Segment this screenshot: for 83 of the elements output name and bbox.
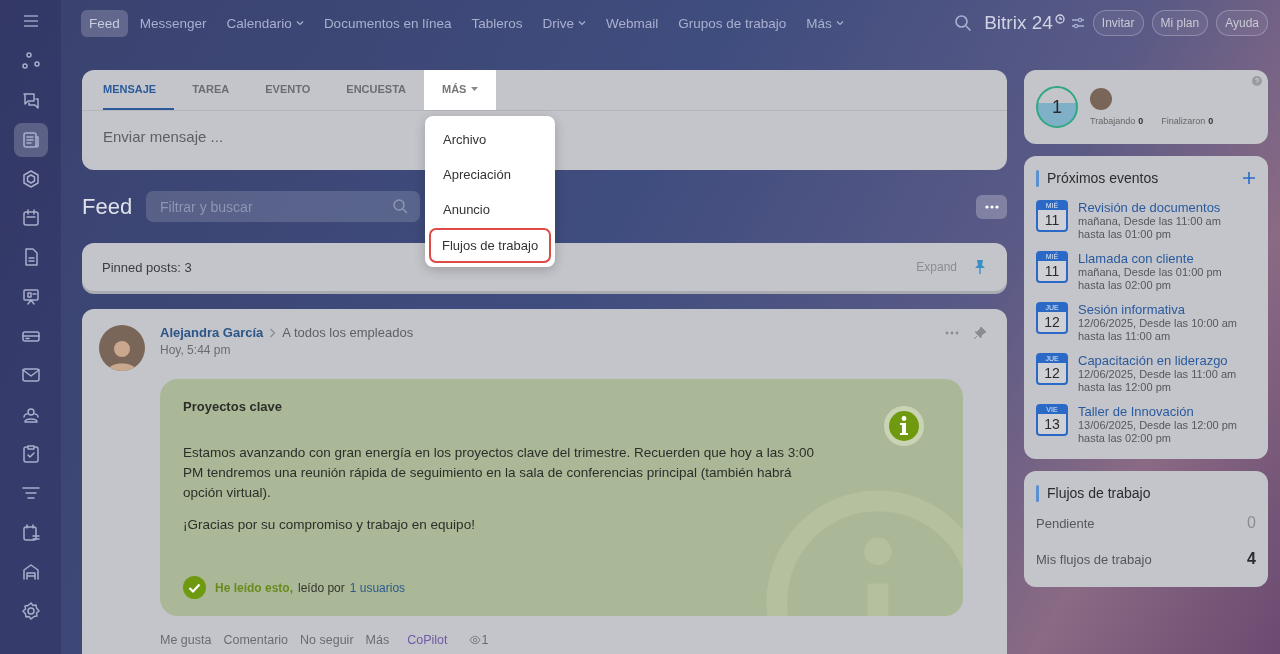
header-button[interactable]: Invitar (1092, 10, 1144, 36)
worktime-stat: Finalizaron 0 (1161, 116, 1214, 126)
header-button[interactable]: Ayuda (1216, 10, 1268, 36)
nav-tab[interactable]: Calendario (218, 9, 312, 37)
worktime-stat: Trabajando 0 (1090, 116, 1144, 126)
event-time: 12/06/2025, Desde las 10:00 am (1078, 317, 1237, 330)
post-time: Hoy, 5:44 pm (160, 343, 232, 357)
post-text: ¡Gracias por su compromiso y trabajo en equipo! (183, 516, 476, 534)
add-icon[interactable] (1242, 171, 1256, 185)
check-icon[interactable] (183, 576, 206, 599)
search-icon[interactable] (954, 14, 973, 32)
recipient: A todos los empleados (282, 325, 414, 340)
author-link[interactable]: Alejandra García (160, 325, 264, 340)
pin-icon[interactable] (973, 325, 987, 340)
nav-tab[interactable]: Grupos de trabajo (670, 9, 795, 37)
event-title[interactable]: Capacitación en liderazgo (1078, 353, 1237, 368)
more-button[interactable] (976, 194, 1007, 219)
view-count: 1 (481, 633, 489, 647)
widget-title: Flujos de trabajo (1047, 485, 1151, 501)
event-time: hasta las 01:00 pm (1078, 228, 1172, 241)
event-time: mañana, Desde las 11:00 am (1078, 215, 1221, 228)
newspaper-icon[interactable] (13, 122, 48, 157)
menu-icon[interactable] (21, 12, 40, 30)
menu-item[interactable]: Apreciación (428, 157, 526, 192)
workflow-label[interactable]: Mis flujos de trabajo (1036, 551, 1152, 567)
eye-icon (469, 635, 482, 645)
avatar (1090, 88, 1112, 110)
menu-item[interactable]: Anuncio (428, 192, 505, 227)
event-time: hasta las 12:00 pm (1078, 381, 1172, 394)
composer-tab[interactable]: ENCUESTA (328, 70, 424, 110)
event-time: hasta las 02:00 pm (1078, 279, 1172, 292)
chevron-icon (269, 327, 277, 338)
nav-tab[interactable]: Feed (81, 9, 128, 37)
brand-logo[interactable]: Bitrix 24 (984, 12, 1053, 34)
nav-tab[interactable]: Documentos en línea (315, 9, 460, 37)
feed-title: Feed (82, 193, 134, 220)
info-icon (883, 405, 925, 447)
pinned-count: Pinned posts: 3 (102, 259, 192, 275)
event-time: hasta las 02:00 pm (1078, 432, 1172, 445)
nav-tab[interactable]: Más (798, 9, 852, 37)
event-title[interactable]: Llamada con cliente (1078, 251, 1222, 266)
post-title: Proyectos clave (183, 399, 283, 414)
caret-icon[interactable] (471, 86, 479, 92)
menu-item[interactable]: Archivo (428, 122, 502, 157)
menu-item[interactable]: Flujos de trabajo (431, 230, 550, 261)
post-action[interactable]: Más (365, 633, 390, 647)
pin-icon[interactable] (973, 259, 987, 275)
post-action[interactable]: Comentario (223, 633, 289, 647)
composer-tab[interactable]: TAREA (174, 70, 248, 110)
widget-title: Próximos eventos (1047, 170, 1159, 186)
event-time: hasta las 11:00 am (1078, 330, 1172, 343)
event-title[interactable]: Revisión de documentos (1078, 200, 1221, 215)
workflow-label[interactable]: Pendiente (1036, 515, 1095, 531)
workflow-count: 4 (1247, 550, 1256, 568)
read-by-label: leído por (298, 580, 345, 595)
event-time: 13/06/2025, Desde las 12:00 pm (1078, 419, 1237, 432)
nav-tab[interactable]: Messenger (131, 9, 215, 37)
post-action[interactable]: No seguir (300, 633, 354, 647)
sliders-icon[interactable] (1070, 16, 1085, 30)
nav-tab[interactable]: Tableros (463, 9, 531, 37)
clock-icon (1054, 14, 1065, 24)
post-text: Estamos avanzando con gran energía en los proyectos clave del trimestre. Recuerden que hoy a las 3:00 PM tendremos una reunión rápida de seguimiento en la sala de conferencias principal (también habrá opción virtual). (183, 444, 816, 502)
event-title[interactable]: Sesión informativa (1078, 302, 1237, 317)
readers-link[interactable]: 1 usuarios (349, 580, 406, 595)
composer-tab[interactable]: MÁS (424, 70, 497, 110)
chevron-down-icon[interactable] (835, 19, 844, 27)
more-icon[interactable] (984, 204, 999, 209)
avatar (99, 325, 145, 371)
worktime-counter[interactable]: 1 (1036, 86, 1078, 128)
nav-tab[interactable]: Drive (534, 9, 594, 37)
composer-tab[interactable]: MENSAJE (103, 70, 175, 110)
composer-tab[interactable]: EVENTO (247, 70, 329, 110)
copilot-link[interactable]: CoPilot (407, 633, 448, 647)
post-action[interactable]: Me gusta (160, 633, 212, 647)
chevron-down-icon[interactable] (578, 19, 586, 27)
workflow-count: 0 (1247, 514, 1256, 532)
event-time: mañana, Desde las 01:00 pm (1078, 266, 1222, 279)
header-button[interactable]: Mi plan (1151, 10, 1209, 36)
search-icon[interactable] (392, 198, 408, 214)
event-title[interactable]: Taller de Innovación (1078, 404, 1237, 419)
event-time: 12/06/2025, Desde las 11:00 am (1078, 368, 1237, 381)
chevron-down-icon[interactable] (295, 19, 304, 27)
nav-tab[interactable]: Webmail (598, 9, 667, 37)
